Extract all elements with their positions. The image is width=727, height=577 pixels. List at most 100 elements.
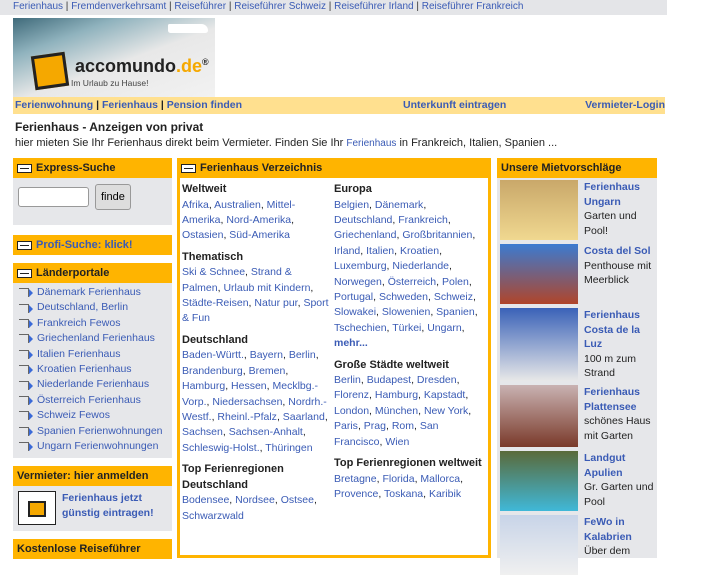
laender-link[interactable]: Kroatien Ferienhaus <box>37 363 132 376</box>
suggestion-title[interactable]: Landgut Apulien <box>584 451 654 480</box>
laender-link[interactable]: Griechenland Ferienhaus <box>37 332 155 345</box>
finde-button[interactable]: finde <box>95 184 131 210</box>
directory-link[interactable]: Niederlande <box>392 260 449 272</box>
property-photo[interactable] <box>500 515 578 575</box>
directory-link[interactable]: Dänemark <box>375 199 423 211</box>
directory-link[interactable]: Natur pur <box>254 297 297 309</box>
top-link[interactable]: Ferienhaus <box>13 1 63 12</box>
directory-link[interactable]: Karibik <box>429 488 461 500</box>
directory-link[interactable]: Ski & Schnee <box>182 266 245 278</box>
suggestion-item[interactable]: Landgut Apulien Gr. Garten und Pool <box>497 449 657 513</box>
laender-item[interactable]: Schweiz Fewos <box>13 408 172 423</box>
directory-link[interactable]: Schleswig-Holst. <box>182 442 260 454</box>
laender-link[interactable]: Spanien Ferienwohnungen <box>37 425 163 438</box>
directory-link[interactable]: Schweden <box>379 291 428 303</box>
laender-item[interactable]: Österreich Ferienhaus <box>13 393 172 408</box>
directory-link[interactable]: Großbritannien <box>402 229 472 241</box>
suggestion-title[interactable]: Ferienhaus Ungarn <box>584 180 654 209</box>
directory-link[interactable]: Florenz <box>334 389 369 401</box>
directory-link[interactable]: Mallorca <box>420 473 460 485</box>
directory-link[interactable]: Bodensee <box>182 494 229 506</box>
directory-link[interactable]: Italien <box>366 245 394 257</box>
directory-link[interactable]: Baden-Württ. <box>182 349 244 361</box>
directory-link[interactable]: Schwarzwald <box>182 510 244 522</box>
property-photo[interactable] <box>500 180 578 240</box>
directory-link[interactable]: Wien <box>385 436 409 448</box>
property-photo[interactable] <box>500 308 578 381</box>
laender-link[interactable]: Italien Ferienhaus <box>37 348 120 361</box>
laender-link[interactable]: Dänemark Ferienhaus <box>37 286 141 299</box>
suggestion-item[interactable]: Costa del Sol Penthouse mit Meerblick <box>497 242 657 306</box>
top-link[interactable]: Reiseführer Schweiz <box>234 1 326 12</box>
property-photo[interactable] <box>500 451 578 511</box>
directory-link[interactable]: Frankreich <box>398 214 448 226</box>
directory-link[interactable]: Slowakei <box>334 306 376 318</box>
laender-item[interactable]: Italien Ferienhaus <box>13 347 172 362</box>
top-link[interactable]: Reiseführer <box>174 1 226 12</box>
directory-link[interactable]: Berlin <box>289 349 316 361</box>
directory-link[interactable]: Ostasien <box>182 229 223 241</box>
directory-link[interactable]: London <box>334 405 369 417</box>
directory-link[interactable]: Ungarn <box>427 322 461 334</box>
laender-link[interactable]: Deutschland, Berlin <box>37 301 128 314</box>
directory-link[interactable]: Brandenburg <box>182 365 243 377</box>
directory-link[interactable]: Belgien <box>334 199 369 211</box>
directory-link[interactable]: Slowenien <box>382 306 430 318</box>
laender-item[interactable]: Frankreich Fewos <box>13 316 172 331</box>
laender-link[interactable]: Frankreich Fewos <box>37 317 120 330</box>
suggestion-item[interactable]: Ferienhaus Plattensee schönes Haus mit Ga… <box>497 383 657 449</box>
top-link[interactable]: Reiseführer Frankreich <box>422 1 524 12</box>
laender-link[interactable]: Österreich Ferienhaus <box>37 394 141 407</box>
directory-link[interactable]: Rheinl.-Pfalz <box>217 411 277 423</box>
suggestion-item[interactable]: FeWo in Kalabrien Über dem <box>497 513 657 577</box>
nav-unterkunft-eintragen[interactable]: Unterkunft eintragen <box>403 99 506 111</box>
directory-link[interactable]: Toskana <box>384 488 423 500</box>
directory-link[interactable]: Dresden <box>417 374 457 386</box>
laender-item[interactable]: Deutschland, Berlin <box>13 300 172 315</box>
banner-logo[interactable]: accomundo.de® Im Urlaub zu Hause! <box>13 18 215 97</box>
suggestion-title[interactable]: Ferienhaus Plattensee <box>584 385 654 414</box>
directory-link[interactable]: Hamburg <box>375 389 418 401</box>
directory-link[interactable]: Schweiz <box>434 291 473 303</box>
nav-ferienwohnung[interactable]: Ferienwohnung <box>15 99 93 111</box>
suggestion-title[interactable]: FeWo in Kalabrien <box>584 515 654 544</box>
directory-link[interactable]: Spanien <box>436 306 475 318</box>
laender-item[interactable]: Niederlande Ferienhaus <box>13 377 172 392</box>
nav-vermieter-login[interactable]: Vermieter-Login <box>585 99 665 111</box>
nav-pension[interactable]: Pension finden <box>167 99 242 111</box>
top-link[interactable]: Fremdenverkehrsamt <box>71 1 166 12</box>
directory-link[interactable]: Florida <box>382 473 414 485</box>
laender-item[interactable]: Spanien Ferienwohnungen <box>13 424 172 439</box>
directory-link[interactable]: Norwegen <box>334 276 382 288</box>
directory-link[interactable]: Sachsen-Anhalt <box>229 426 303 438</box>
suggestion-title[interactable]: Costa del Sol <box>584 244 654 259</box>
directory-link[interactable]: Hamburg <box>182 380 225 392</box>
directory-link[interactable]: Thüringen <box>265 442 312 454</box>
laender-item[interactable]: Kroatien Ferienhaus <box>13 362 172 377</box>
directory-link[interactable]: Kapstadt <box>424 389 465 401</box>
directory-link[interactable]: Nordsee <box>235 494 275 506</box>
directory-link[interactable]: Paris <box>334 420 358 432</box>
pen-house-icon[interactable] <box>18 491 56 526</box>
laender-link[interactable]: Ungarn Ferienwohnungen <box>37 440 158 453</box>
directory-link[interactable]: Ostsee <box>281 494 314 506</box>
directory-link[interactable]: Griechenland <box>334 229 396 241</box>
property-photo[interactable] <box>500 244 578 304</box>
directory-link[interactable]: Bremen <box>249 365 286 377</box>
laender-link[interactable]: Niederlande Ferienhaus <box>37 378 149 391</box>
directory-link[interactable]: Österreich <box>388 276 436 288</box>
directory-link[interactable]: Süd-Amerika <box>229 229 290 241</box>
suggestion-item[interactable]: Ferienhaus Costa de la Luz 100 m zum Stra… <box>497 306 657 383</box>
directory-link[interactable]: Polen <box>442 276 469 288</box>
directory-link[interactable]: Urlaub mit Kindern <box>223 282 310 294</box>
directory-link[interactable]: Tschechien <box>334 322 387 334</box>
laender-item[interactable]: Griechenland Ferienhaus <box>13 331 172 346</box>
suggestion-item[interactable]: Ferienhaus Ungarn Garten und Pool! <box>497 178 657 242</box>
directory-link[interactable]: Australien <box>214 199 261 211</box>
intro-ferienhaus-link[interactable]: Ferienhaus <box>346 138 396 149</box>
directory-link[interactable]: Türkei <box>392 322 421 334</box>
laender-link[interactable]: Schweiz Fewos <box>37 409 110 422</box>
profi-search-link[interactable]: Profi-Suche: klick! <box>36 239 133 251</box>
profi-search-header[interactable]: Profi-Suche: klick! <box>13 235 172 255</box>
directory-link[interactable]: Niedersachsen <box>212 396 282 408</box>
